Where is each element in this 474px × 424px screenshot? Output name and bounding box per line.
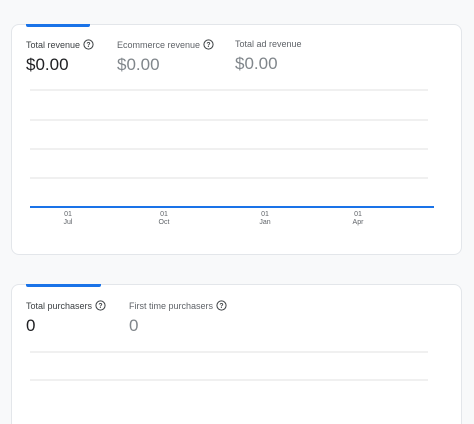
- x-tick-apr: 01 Apr: [353, 211, 365, 226]
- x-tick-day: 01: [354, 211, 362, 218]
- help-icon[interactable]: ?: [216, 300, 227, 311]
- metric-label: Total revenue: [26, 39, 81, 50]
- svg-text:?: ?: [219, 303, 223, 310]
- help-icon[interactable]: ?: [95, 300, 106, 311]
- selected-tab-indicator: [26, 284, 101, 287]
- metric-ecommerce-revenue[interactable]: Ecommerce revenue ? $0.00: [117, 39, 214, 75]
- x-tick-oct: 01 Oct: [159, 211, 170, 226]
- selected-tab-indicator: [26, 24, 90, 27]
- metric-total-ad-revenue[interactable]: Total ad revenue $0.00: [235, 39, 302, 74]
- x-tick-month: Oct: [159, 219, 170, 226]
- x-tick-day: 01: [261, 211, 269, 218]
- metric-first-time-purchasers[interactable]: First time purchasers ? 0: [129, 300, 227, 336]
- metric-value: 0: [129, 316, 139, 335]
- x-tick-month: Apr: [353, 219, 365, 226]
- help-icon[interactable]: ?: [83, 39, 94, 50]
- x-tick-day: 01: [64, 211, 72, 218]
- metric-value: $0.00: [26, 55, 69, 74]
- x-tick-jan: 01 Jan: [259, 211, 270, 226]
- svg-text:?: ?: [206, 42, 210, 49]
- help-icon[interactable]: ?: [203, 39, 214, 50]
- svg-text:?: ?: [98, 303, 102, 310]
- metric-label: Ecommerce revenue: [117, 39, 201, 50]
- x-tick-jul: 01 Jul: [64, 211, 73, 226]
- metric-total-revenue[interactable]: Total revenue ? $0.00: [26, 39, 94, 75]
- metric-label: Total purchasers: [26, 300, 93, 311]
- svg-text:?: ?: [86, 42, 90, 49]
- x-tick-month: Jul: [64, 219, 73, 226]
- metric-value: 0: [26, 316, 36, 335]
- metric-value: $0.00: [117, 55, 160, 74]
- metric-total-purchasers[interactable]: Total purchasers ? 0: [26, 300, 106, 336]
- metric-label: First time purchasers: [129, 300, 214, 311]
- x-tick-day: 01: [160, 211, 168, 218]
- revenue-card: Total revenue ? $0.00 Ecommerce revenue …: [11, 24, 462, 255]
- revenue-chart: 01 Jul 01 Oct 01 Jan 01 Apr: [30, 89, 434, 226]
- metric-label: Total ad revenue: [235, 39, 302, 49]
- purchasers-chart: [30, 351, 428, 381]
- x-tick-month: Jan: [259, 219, 270, 226]
- purchasers-card: Total purchasers ? 0 First time purchase…: [11, 284, 462, 424]
- metric-value: $0.00: [235, 54, 278, 73]
